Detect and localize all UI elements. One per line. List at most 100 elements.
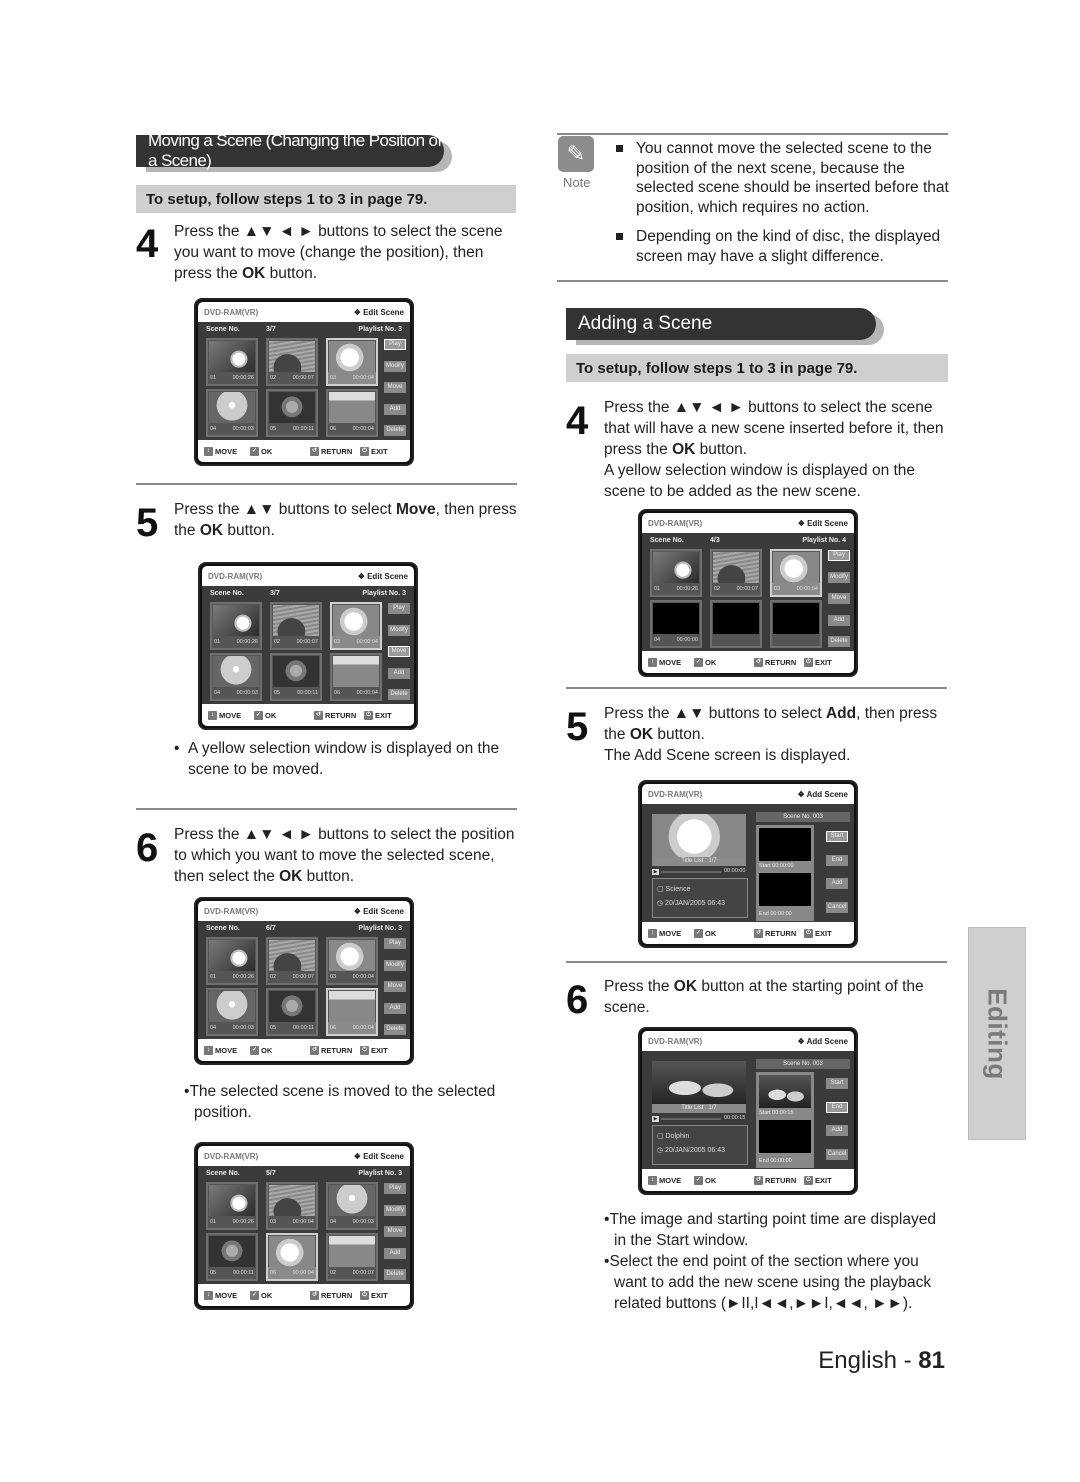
scene-thumbnail[interactable]: 02 00:00:07	[266, 338, 318, 386]
scene-thumbnail[interactable]	[770, 600, 822, 648]
osd-button-cancel[interactable]: Cancel	[826, 901, 848, 913]
osd-button-add[interactable]: Add	[826, 1125, 848, 1136]
osd-button-end[interactable]: End	[826, 1101, 848, 1113]
osd-button-move[interactable]: Move	[384, 981, 406, 992]
osd-button-play[interactable]: Play	[828, 550, 850, 561]
osd-body: Title List : 1/7 ▶ 00:00:00 ▢ Science ◷ 20/J…	[642, 804, 854, 924]
osd-button-play[interactable]: Play	[384, 1183, 406, 1194]
pencil-icon: ✎	[558, 136, 594, 172]
osd-button-start[interactable]: Start	[826, 1078, 848, 1089]
scene-thumbnail[interactable]: 06 00:00:04	[266, 1233, 318, 1281]
scene-thumbnail[interactable]: 03 00:00:04	[770, 549, 822, 597]
osd-button-modify[interactable]: Modify	[384, 1204, 406, 1216]
disc-type-label: DVD-RAM(VR)	[648, 518, 703, 528]
footer-hint-label: EXIT	[815, 657, 832, 667]
osd-title-bar: DVD-RAM(VR) ❖ Add Scene	[642, 784, 854, 804]
osd-button-add[interactable]: Add	[384, 1002, 406, 1014]
scene-number: 06	[270, 1270, 277, 1276]
osd-button-delete[interactable]: Delete	[384, 1024, 406, 1035]
osd-button-delete[interactable]: Delete	[388, 689, 410, 700]
osd-button-modify[interactable]: Modify	[384, 959, 406, 971]
thumbnail-image	[273, 656, 319, 689]
ok-icon: ✓	[254, 710, 263, 720]
osd-button-delete[interactable]: Delete	[828, 636, 850, 647]
footer-hint: ✓ OK	[250, 446, 272, 456]
thumbnail-image	[269, 341, 315, 374]
osd-button-cancel[interactable]: Cancel	[826, 1148, 848, 1160]
osd-button-delete[interactable]: Delete	[384, 1269, 406, 1280]
scene-thumbnail[interactable]: 04 00:00:03	[206, 389, 258, 437]
scene-thumbnail[interactable]: 06 00:00:04	[326, 389, 378, 437]
scene-counter: 5/7	[266, 1170, 276, 1177]
scene-time: 00:00:11	[292, 1025, 314, 1031]
scene-thumbnail[interactable]: 04 00:00:03	[326, 1182, 378, 1230]
osd-button-move[interactable]: Move	[388, 646, 410, 657]
scene-time: 00:00:04	[352, 375, 374, 381]
osd-button-add[interactable]: Add	[828, 614, 850, 626]
step-number: 6	[566, 978, 589, 1022]
scene-thumbnail[interactable]: 01 00:00:26	[650, 549, 702, 597]
scene-thumbnail[interactable]: 05 00:00:11	[206, 1233, 258, 1281]
osd-button-play[interactable]: Play	[384, 938, 406, 949]
thumbnail-image	[329, 940, 375, 973]
scene-time: 00:00:26	[232, 974, 254, 980]
start-time-label: Start 00:00:00	[759, 863, 794, 869]
return-icon: ↺	[754, 928, 763, 938]
osd-button-modify[interactable]: Modify	[388, 624, 410, 636]
osd-button-add[interactable]: Add	[384, 1247, 406, 1259]
step-number: 5	[136, 501, 159, 545]
step-text: Press the ▲▼ ◄ ► buttons to select the s…	[604, 399, 944, 500]
osd-button-add[interactable]: Add	[826, 878, 848, 889]
scene-thumbnail[interactable]: 04 00:00:00	[650, 600, 702, 648]
scene-thumbnail[interactable]: 05 00:00:11	[270, 653, 322, 701]
osd-button-move[interactable]: Move	[384, 1226, 406, 1237]
scene-thumbnail[interactable]: 05 00:00:11	[266, 988, 318, 1036]
scene-no-label: Scene No.	[650, 537, 684, 544]
scene-thumbnail[interactable]: 02 00:00:07	[326, 1233, 378, 1281]
scene-thumbnail[interactable]	[710, 600, 762, 648]
thumbnail-image	[713, 603, 759, 636]
scene-thumbnail[interactable]: 01 00:00:26	[206, 338, 258, 386]
setup-instruction: To setup, follow steps 1 to 3 in page 79…	[566, 354, 948, 382]
scene-thumbnail[interactable]: 04 00:00:03	[210, 653, 262, 701]
osd-button-play[interactable]: Play	[388, 603, 410, 614]
osd-button-add[interactable]: Add	[384, 403, 406, 415]
osd-button-move[interactable]: Move	[384, 382, 406, 393]
footer-hint-label: OK	[265, 710, 277, 720]
scene-thumbnail[interactable]: 01 00:00:26	[210, 602, 262, 650]
footer-hint-label: RETURN	[321, 1290, 353, 1300]
footer-hint-label: MOVE	[215, 1290, 238, 1300]
disc-type-label: DVD-RAM(VR)	[648, 1036, 703, 1046]
scene-time: 00:00:03	[232, 426, 254, 432]
footer-hint: ↺ RETURN	[310, 446, 352, 456]
scene-thumbnail[interactable]: 03 00:00:04	[326, 937, 378, 985]
playlist-no: Playlist No. 3	[362, 590, 406, 597]
osd-mode-title: ❖ Add Scene	[797, 789, 848, 799]
scene-thumbnail[interactable]: 01 00:00:26	[206, 1182, 258, 1230]
osd-footer: ↕ MOVE ✓ OK ↺ RETURN ⏻ EXIT	[642, 1169, 854, 1191]
scene-thumbnail[interactable]: 02 00:00:07	[266, 937, 318, 985]
osd-button-modify[interactable]: Modify	[828, 571, 850, 583]
scene-time: 00:00:04	[356, 690, 378, 696]
scene-thumbnail[interactable]: 06 00:00:04	[330, 653, 382, 701]
scene-thumbnail[interactable]: 03 00:00:04	[330, 602, 382, 650]
osd-button-end[interactable]: End	[826, 854, 848, 866]
osd-button-delete[interactable]: Delete	[384, 425, 406, 436]
scene-thumbnail[interactable]: 03 00:00:04	[266, 1182, 318, 1230]
scene-thumbnail[interactable]: 01 00:00:26	[206, 937, 258, 985]
scene-thumbnail[interactable]: 04 00:00:03	[206, 988, 258, 1036]
thumbnail-label: 04 00:00:03	[208, 1022, 256, 1034]
scene-thumbnail[interactable]: 02 00:00:07	[270, 602, 322, 650]
scene-thumbnail[interactable]: 05 00:00:11	[266, 389, 318, 437]
osd-button-play[interactable]: Play	[384, 339, 406, 350]
scene-thumbnail[interactable]: 03 00:00:04	[326, 338, 378, 386]
ok-icon: ✓	[694, 1175, 703, 1185]
osd-button-start[interactable]: Start	[826, 831, 848, 842]
osd-button-add[interactable]: Add	[388, 667, 410, 679]
return-icon: ↺	[754, 1175, 763, 1185]
osd-mode-title: ❖ Edit Scene	[353, 1151, 404, 1161]
scene-thumbnail[interactable]: 02 00:00:07	[710, 549, 762, 597]
osd-button-move[interactable]: Move	[828, 593, 850, 604]
osd-button-modify[interactable]: Modify	[384, 360, 406, 372]
scene-thumbnail[interactable]: 06 00:00:04	[326, 988, 378, 1036]
